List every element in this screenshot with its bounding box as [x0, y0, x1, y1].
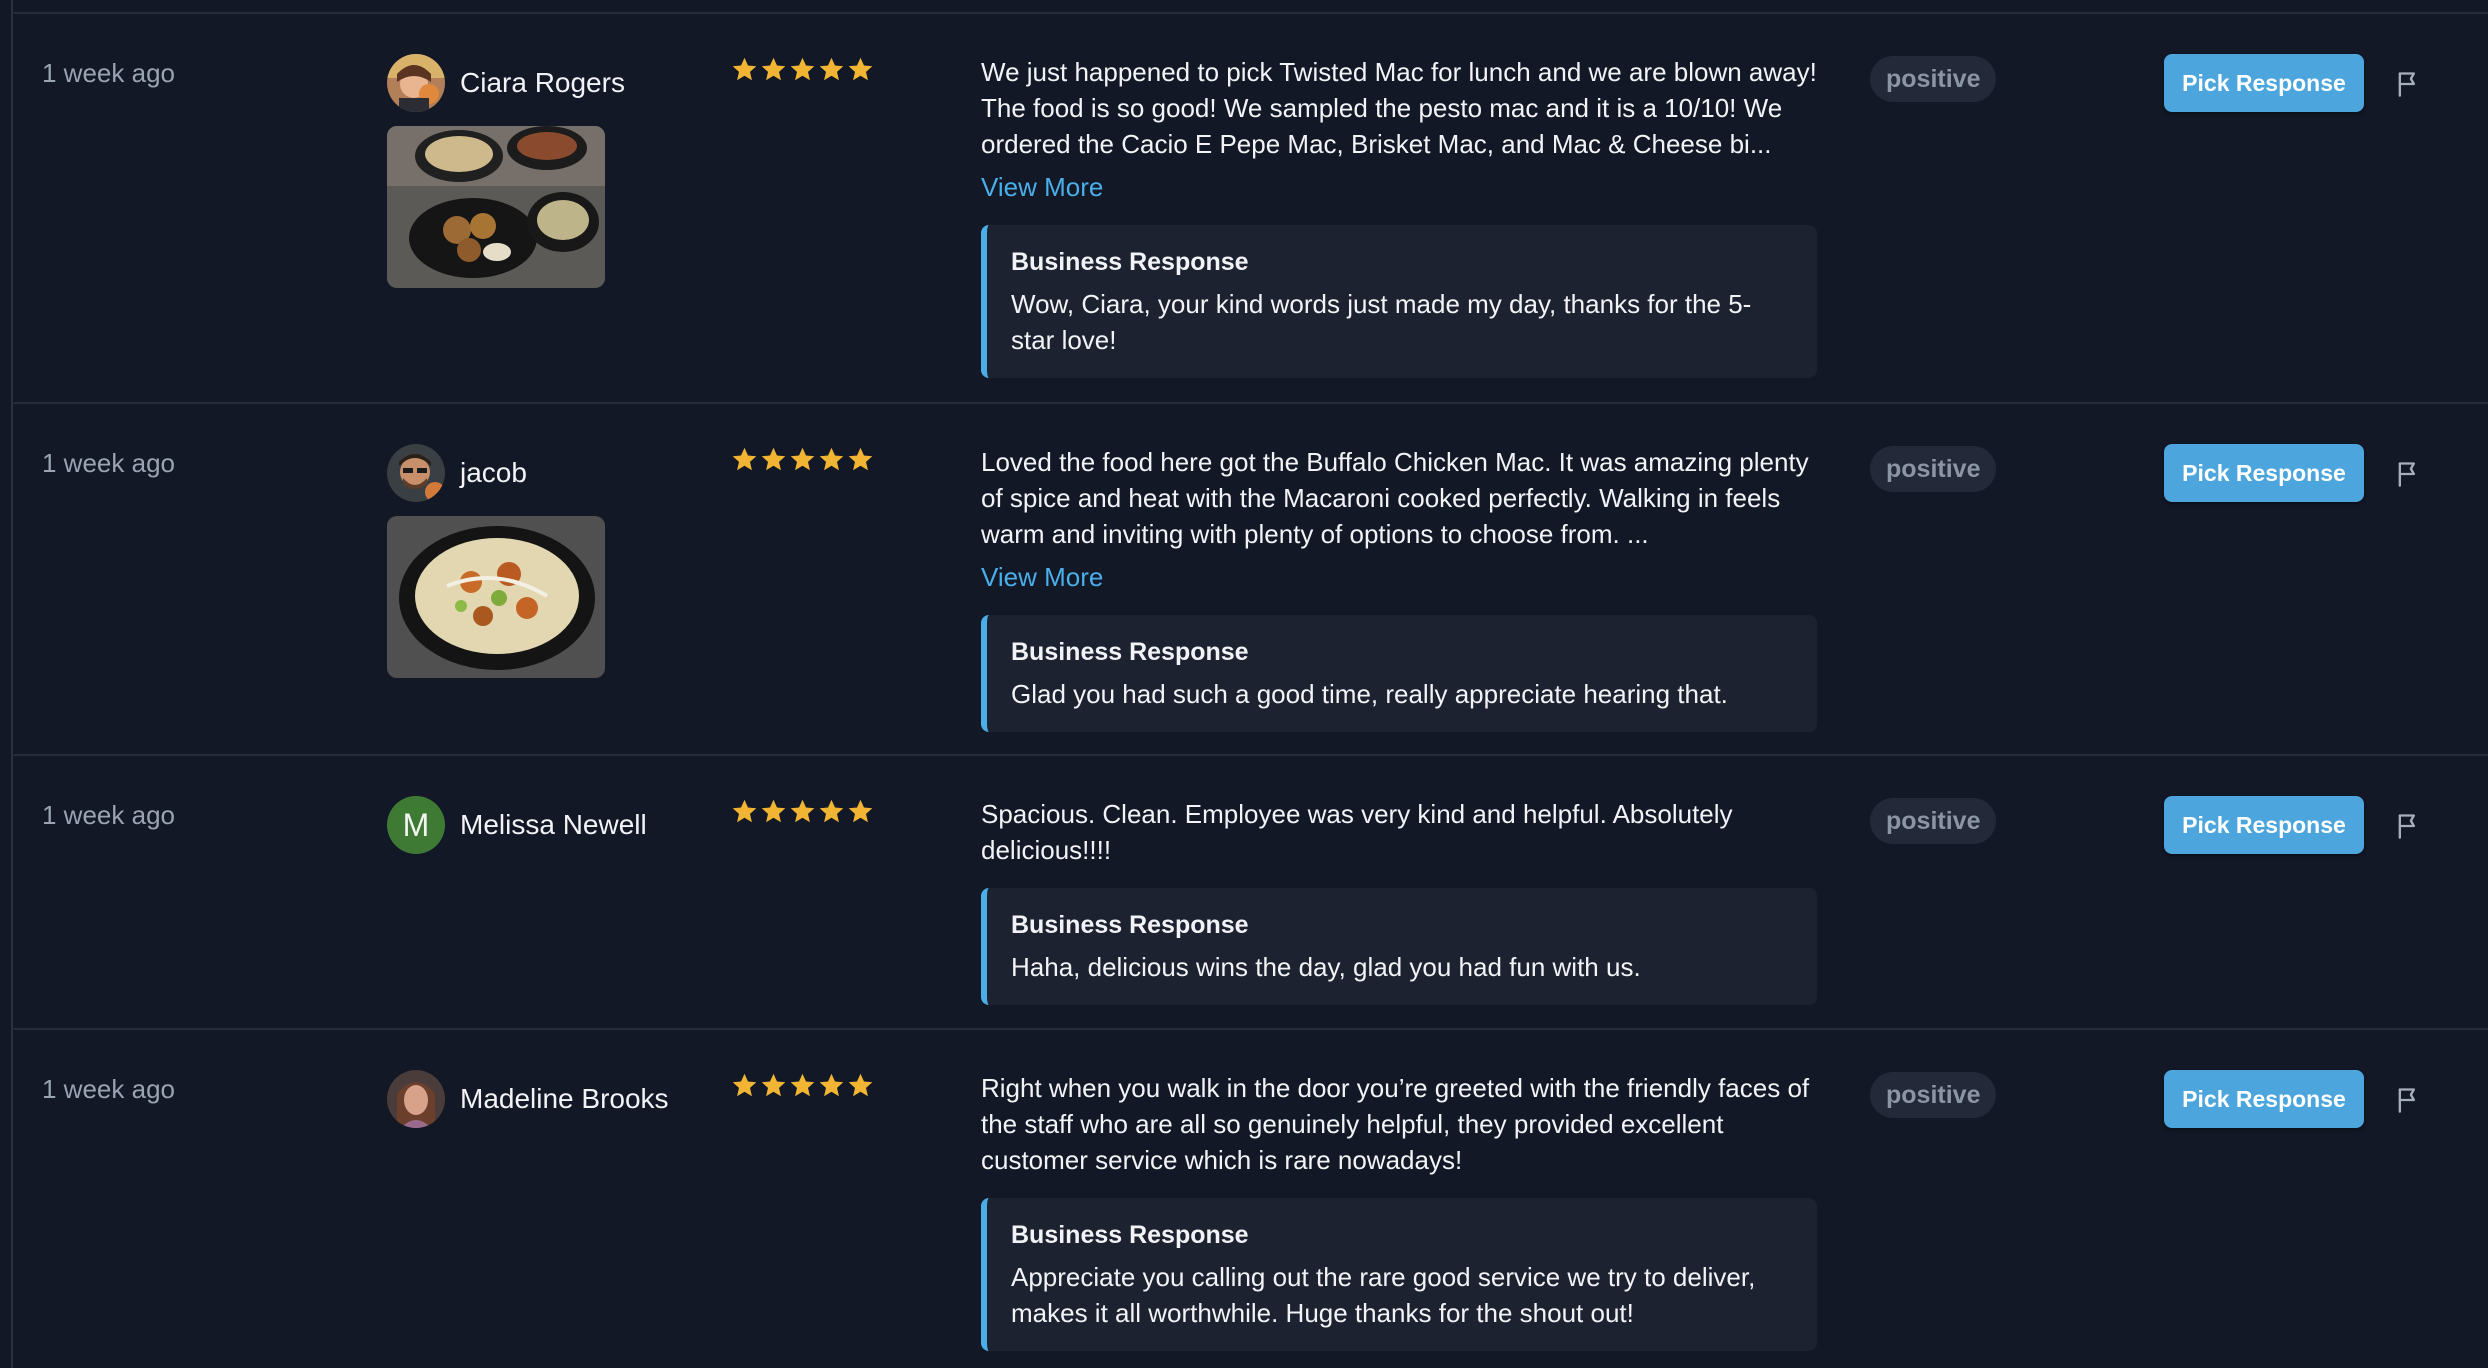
- review-content: Right when you walk in the door you’re g…: [981, 1070, 1821, 1351]
- star-icon: [848, 447, 873, 471]
- star-icon: [819, 1073, 844, 1097]
- business-response-text: Wow, Ciara, your kind words just made my…: [1011, 289, 1752, 355]
- business-response: Business Response Glad you had such a go…: [981, 615, 1817, 732]
- business-response: Business Response Haha, delicious wins t…: [981, 888, 1817, 1005]
- business-response-title: Business Response: [1011, 248, 1249, 276]
- star-icon: [732, 57, 757, 81]
- star-icon: [790, 447, 815, 471]
- star-rating: [731, 446, 874, 473]
- star-icon: [761, 1073, 786, 1097]
- star-icon: [848, 799, 873, 823]
- reviewer: Madeline Brooks: [387, 1070, 669, 1128]
- flag-icon[interactable]: [2394, 460, 2422, 488]
- review-row: 1 week ago Madeline Brooks Right when yo…: [13, 1030, 2488, 1368]
- business-response-text: Haha, delicious wins the day, glad you h…: [1011, 952, 1641, 982]
- reviewer-name: jacob: [460, 457, 527, 488]
- sentiment-badge: positive: [1870, 56, 1997, 102]
- star-rating: [731, 56, 874, 83]
- business-response: Business Response Wow, Ciara, your kind …: [981, 225, 1817, 378]
- star-icon: [761, 799, 786, 823]
- flag-icon[interactable]: [2394, 1086, 2422, 1114]
- star-icon: [848, 57, 873, 81]
- business-response-title: Business Response: [1011, 911, 1249, 939]
- star-icon: [732, 799, 757, 823]
- reviewer: Ciara Rogers: [387, 54, 625, 112]
- reviews-table: 1 week ago Ciara Rogers We just happened…: [11, 0, 2488, 1368]
- review-text: Loved the food here got the Buffalo Chic…: [981, 447, 1809, 549]
- star-icon: [819, 57, 844, 81]
- avatar: [387, 1070, 445, 1128]
- review-row: 1 week ago jacob Loved the food here got…: [13, 404, 2488, 756]
- reviewer-name: Madeline Brooks: [460, 1083, 669, 1114]
- review-text: Right when you walk in the door you’re g…: [981, 1073, 1810, 1175]
- reviewer: jacob: [387, 444, 527, 502]
- star-rating: [731, 1072, 874, 1099]
- review-text: Spacious. Clean. Employee was very kind …: [981, 799, 1733, 865]
- star-icon: [732, 447, 757, 471]
- star-rating: [731, 798, 874, 825]
- view-more-link[interactable]: View More: [981, 559, 1821, 595]
- avatar: M: [387, 796, 445, 854]
- star-icon: [790, 799, 815, 823]
- review-row: 1 week ago Ciara Rogers We just happened…: [13, 14, 2488, 404]
- star-icon: [819, 447, 844, 471]
- review-date: 1 week ago: [42, 800, 175, 830]
- flag-icon[interactable]: [2394, 812, 2422, 840]
- star-icon: [790, 1073, 815, 1097]
- business-response-text: Glad you had such a good time, really ap…: [1011, 679, 1728, 709]
- avatar: [387, 54, 445, 112]
- business-response-text: Appreciate you calling out the rare good…: [1011, 1262, 1756, 1328]
- star-icon: [761, 447, 786, 471]
- review-photo[interactable]: [387, 516, 605, 678]
- star-icon: [848, 1073, 873, 1097]
- sentiment-badge: positive: [1870, 798, 1997, 844]
- reviewer-name: Melissa Newell: [460, 809, 647, 840]
- review-date: 1 week ago: [42, 448, 175, 478]
- review-date: 1 week ago: [42, 1074, 175, 1104]
- avatar: [387, 444, 445, 502]
- business-response-title: Business Response: [1011, 638, 1249, 666]
- business-response: Business Response Appreciate you calling…: [981, 1198, 1817, 1351]
- pick-response-button[interactable]: Pick Response: [2164, 444, 2364, 502]
- star-icon: [790, 57, 815, 81]
- sentiment-badge: positive: [1870, 1072, 1997, 1118]
- pick-response-button[interactable]: Pick Response: [2164, 796, 2364, 854]
- review-content: Spacious. Clean. Employee was very kind …: [981, 796, 1821, 1005]
- flag-icon[interactable]: [2394, 70, 2422, 98]
- review-photo[interactable]: [387, 126, 605, 288]
- star-icon: [761, 57, 786, 81]
- sentiment-badge: positive: [1870, 446, 1997, 492]
- business-response-title: Business Response: [1011, 1221, 1249, 1249]
- pick-response-button[interactable]: Pick Response: [2164, 1070, 2364, 1128]
- review-content: Loved the food here got the Buffalo Chic…: [981, 444, 1821, 732]
- review-date: 1 week ago: [42, 58, 175, 88]
- reviewer: M Melissa Newell: [387, 796, 647, 854]
- reviewer-name: Ciara Rogers: [460, 67, 625, 98]
- review-row: 1 week ago M Melissa Newell Spacious. Cl…: [13, 756, 2488, 1030]
- star-icon: [819, 799, 844, 823]
- review-content: We just happened to pick Twisted Mac for…: [981, 54, 1821, 378]
- star-icon: [732, 1073, 757, 1097]
- pick-response-button[interactable]: Pick Response: [2164, 54, 2364, 112]
- view-more-link[interactable]: View More: [981, 169, 1821, 205]
- review-text: We just happened to pick Twisted Mac for…: [981, 57, 1817, 159]
